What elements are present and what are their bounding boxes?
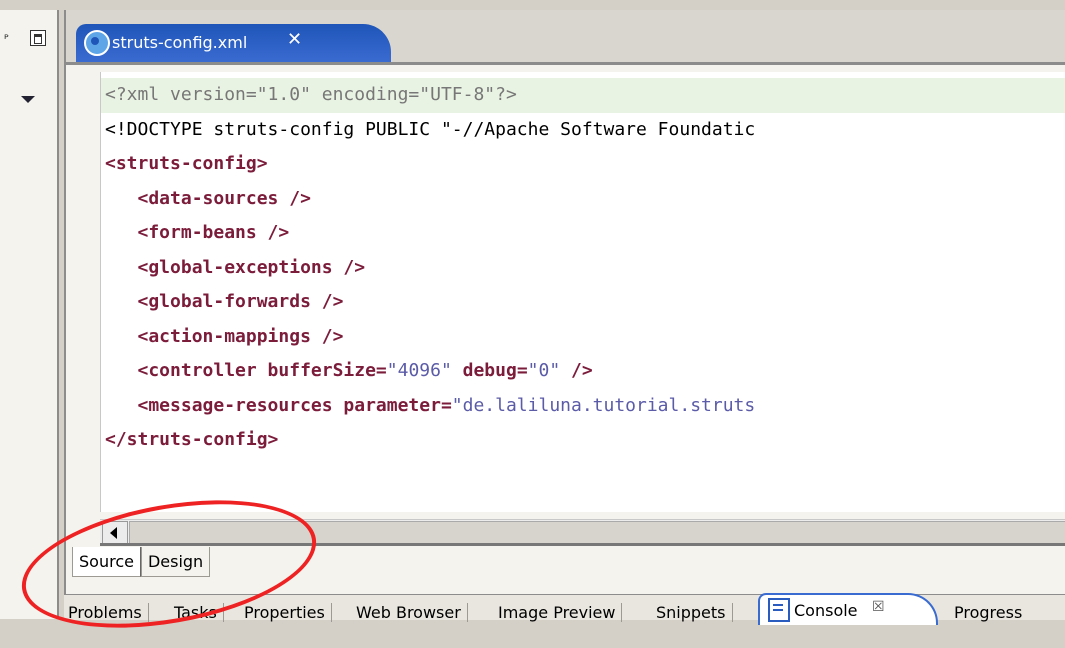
restore-icon[interactable] xyxy=(30,30,46,46)
view-menu-icon[interactable] xyxy=(21,96,35,103)
code-line: <global-exceptions /> xyxy=(101,251,1065,286)
code-token: <data-sources /> xyxy=(105,187,311,209)
code-token: <message-resources parameter= xyxy=(105,394,452,416)
code-token: <global-forwards /> xyxy=(105,291,344,312)
code-token: </struts-config> xyxy=(105,429,279,450)
code-line: <struts-config> xyxy=(101,147,1065,182)
console-close-icon[interactable]: ☒ xyxy=(872,599,885,615)
tab-snippets[interactable]: Snippets xyxy=(656,603,733,622)
code-line: </struts-config> xyxy=(101,423,1065,458)
tab-properties[interactable]: Properties xyxy=(244,603,332,622)
code-token: <global-exceptions /> xyxy=(105,256,366,278)
code-token: <struts-config> xyxy=(105,153,268,174)
close-icon[interactable]: ✕ xyxy=(287,29,302,50)
code-token: <action-mappings /> xyxy=(105,325,344,347)
code-token: <!DOCTYPE struts-config PUBLIC "-//Apach… xyxy=(105,118,756,140)
code-line: <?xml version="1.0" encoding="UTF-8"?> xyxy=(101,78,1065,113)
code-token: <form-beans /> xyxy=(105,222,290,243)
left-view-panel: ᴾ xyxy=(0,10,59,619)
code-line: <data-sources /> xyxy=(101,182,1065,217)
code-line: <controller bufferSize="4096" debug="0" … xyxy=(101,354,1065,389)
code-token: <?xml version="1.0" encoding="UTF-8"?> xyxy=(105,84,517,105)
tab-divider xyxy=(66,62,1065,65)
console-label: Console xyxy=(794,601,858,620)
source-text-area[interactable]: <?xml version="1.0" encoding="UTF-8"?> <!… xyxy=(100,72,1065,512)
code-token: "de.laliluna.tutorial.struts xyxy=(451,394,756,416)
code-line: <global-forwards /> xyxy=(101,285,1065,320)
code-token: <controller bufferSize= xyxy=(105,360,387,381)
editor-tab-struts-config[interactable]: struts-config.xml ✕ xyxy=(76,24,391,62)
code-token: "0" xyxy=(527,360,561,381)
code-line: <message-resources parameter="de.lalilun… xyxy=(101,389,1065,424)
tab-web-browser[interactable]: Web Browser xyxy=(356,603,468,622)
editor-tab-label: struts-config.xml xyxy=(112,33,248,52)
code-token: /> xyxy=(560,360,593,381)
code-line: <form-beans /> xyxy=(101,216,1065,251)
xml-file-icon xyxy=(84,30,110,56)
tab-image-preview[interactable]: Image Preview xyxy=(498,603,623,622)
tab-console[interactable]: Console ☒ xyxy=(758,593,938,625)
code-token: debug= xyxy=(451,360,528,381)
tab-progress[interactable]: Progress xyxy=(954,603,1028,622)
code-line: <!DOCTYPE struts-config PUBLIC "-//Apach… xyxy=(101,113,1065,148)
editor-tab-bar: struts-config.xml ✕ xyxy=(66,10,1065,62)
code-lines: <?xml version="1.0" encoding="UTF-8"?> <!… xyxy=(101,78,1065,458)
console-icon xyxy=(768,598,790,622)
code-line: <action-mappings /> xyxy=(101,320,1065,355)
code-token: "4096" xyxy=(386,360,452,381)
minimize-glyph: ᴾ xyxy=(4,32,9,46)
